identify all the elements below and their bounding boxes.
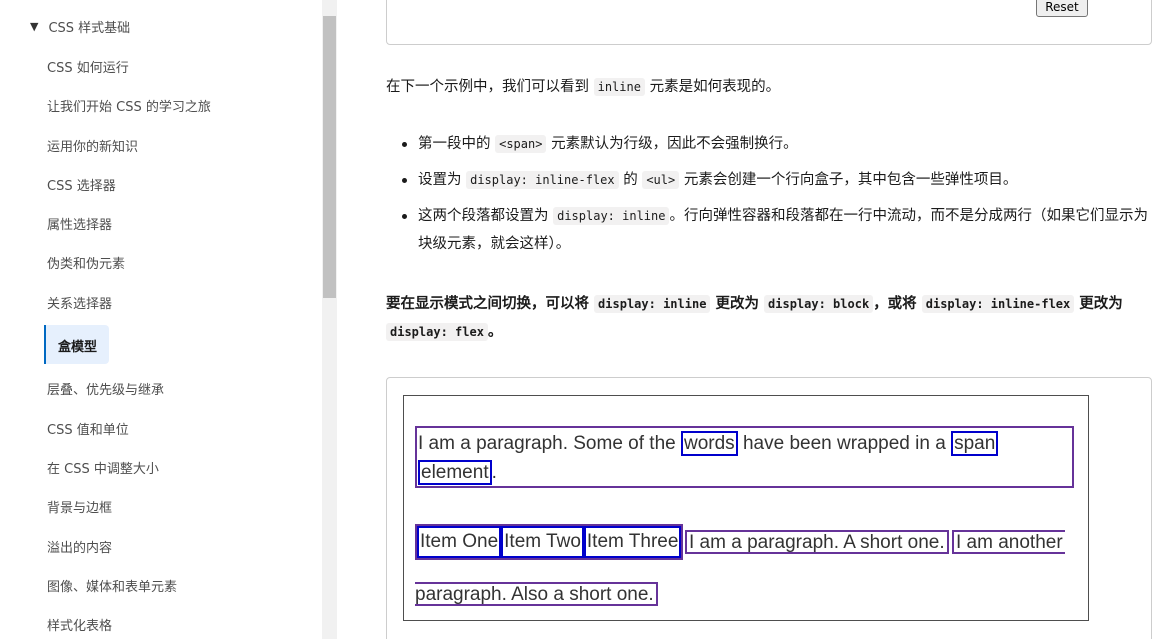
inline-code: display: inline bbox=[594, 295, 711, 313]
text: 元素默认为行级，因此不会强制换行。 bbox=[546, 136, 798, 152]
text: 在下一个示例中，我们可以看到 bbox=[386, 79, 594, 95]
text: I am a paragraph. Some of the bbox=[418, 433, 681, 454]
inline-code: display: flex bbox=[386, 323, 488, 341]
sidebar-item-selectors[interactable]: CSS 选择器 bbox=[47, 175, 116, 194]
example-output-box: I am a paragraph. Some of the words have… bbox=[386, 377, 1152, 639]
example-span: span bbox=[951, 431, 999, 456]
text: have been wrapped in a bbox=[737, 433, 952, 454]
sidebar-item-sizing[interactable]: 在 CSS 中调整大小 bbox=[47, 458, 159, 477]
sidebar-item-apply-knowledge[interactable]: 运用你的新知识 bbox=[47, 136, 138, 155]
example-list-item: Item Two bbox=[501, 526, 584, 558]
main-content: Reset 在下一个示例中，我们可以看到 inline 元素是如何表现的。 第一… bbox=[338, 0, 1163, 639]
list-item: 设置为 display: inline-flex 的 <ul> 元素会创建一个行… bbox=[402, 166, 1158, 194]
text: 设置为 bbox=[418, 172, 467, 188]
example-inline-paragraph: I am another bbox=[952, 530, 1065, 554]
inline-code: display: inline-flex bbox=[466, 171, 619, 189]
example-list-item: Item Three bbox=[583, 526, 682, 558]
sidebar-section-title: CSS 样式基础 bbox=[48, 21, 131, 36]
triangle-down-icon: ▼ bbox=[30, 20, 39, 33]
example-render-area: I am a paragraph. Some of the words have… bbox=[403, 395, 1089, 621]
text: ，或将 bbox=[873, 296, 922, 312]
text: 第一段中的 bbox=[418, 136, 496, 152]
example-inline-paragraph: I am a paragraph. A short one. bbox=[685, 530, 949, 554]
sidebar-item-cascade[interactable]: 层叠、优先级与继承 bbox=[47, 379, 164, 398]
example-list-item: Item One bbox=[417, 526, 502, 558]
list-item: 第一段中的 <span> 元素默认为行级，因此不会强制换行。 bbox=[402, 130, 1158, 158]
inline-code: display: inline bbox=[553, 207, 670, 225]
text: 的 bbox=[618, 172, 643, 188]
example-inline-row: Item One Item Two Item Three bbox=[415, 524, 684, 560]
inline-code: display: block bbox=[764, 295, 874, 313]
text: 更改为 bbox=[1074, 296, 1123, 312]
bullet-list: 第一段中的 <span> 元素默认为行级，因此不会强制换行。 设置为 displ… bbox=[402, 130, 1158, 266]
scrollbar-thumb[interactable] bbox=[323, 16, 336, 298]
toggle-instructions: 要在显示模式之间切换，可以将 display: inline 更改为 displ… bbox=[386, 290, 1156, 346]
sidebar-item-overflow[interactable]: 溢出的内容 bbox=[47, 537, 112, 556]
text: 元素会创建一个行向盒子，其中包含一些弹性项目。 bbox=[679, 172, 1018, 188]
text: 这两个段落都设置为 bbox=[418, 208, 554, 224]
intro-paragraph: 在下一个示例中，我们可以看到 inline 元素是如何表现的。 bbox=[386, 75, 780, 96]
list-item: 这两个段落都设置为 display: inline 。行向弹性容器和段落都在一行中… bbox=[402, 202, 1158, 258]
sidebar-item-getting-started[interactable]: 让我们开始 CSS 的学习之旅 bbox=[47, 96, 211, 115]
sidebar-item-styling-tables[interactable]: 样式化表格 bbox=[47, 615, 112, 634]
sidebar-item-backgrounds-borders[interactable]: 背景与边框 bbox=[47, 497, 112, 516]
example-inline-flex-list: Item One Item Two Item Three bbox=[415, 524, 684, 560]
sidebar-item-attribute-selectors[interactable]: 属性选择器 bbox=[47, 214, 112, 233]
inline-code: <span> bbox=[495, 135, 547, 153]
reset-button[interactable]: Reset bbox=[1036, 0, 1088, 17]
sidebar-item-combinators[interactable]: 关系选择器 bbox=[47, 293, 112, 312]
example-paragraph-with-spans: I am a paragraph. Some of the words have… bbox=[415, 426, 1074, 488]
inline-code: display: inline-flex bbox=[921, 295, 1075, 313]
sidebar-item-images-media-forms[interactable]: 图像、媒体和表单元素 bbox=[47, 576, 177, 595]
example-inline-paragraph: paragraph. Also a short one. bbox=[415, 582, 658, 606]
inline-code: <ul> bbox=[642, 171, 680, 189]
inline-code: inline bbox=[593, 78, 645, 96]
text: 要在显示模式之间切换，可以将 bbox=[386, 296, 595, 312]
text: 元素是如何表现的。 bbox=[644, 79, 781, 95]
sidebar-item-values-units[interactable]: CSS 值和单位 bbox=[47, 419, 129, 438]
sidebar-item-how-css-works[interactable]: CSS 如何运行 bbox=[47, 57, 129, 76]
sidebar-item-label: 盒模型 bbox=[58, 340, 98, 355]
example-span: element bbox=[418, 460, 492, 485]
sidebar-item-pseudo-classes[interactable]: 伪类和伪元素 bbox=[47, 253, 125, 272]
example-span: words bbox=[681, 431, 738, 456]
sidebar: ▼ CSS 样式基础 CSS 如何运行 让我们开始 CSS 的学习之旅 运用你的… bbox=[0, 0, 322, 639]
text: 。 bbox=[487, 324, 503, 340]
text: 更改为 bbox=[710, 296, 765, 312]
sidebar-section-css-basics[interactable]: ▼ CSS 样式基础 bbox=[30, 17, 130, 36]
text: . bbox=[491, 462, 497, 483]
sidebar-item-box-model[interactable]: 盒模型 bbox=[44, 325, 109, 364]
sidebar-scrollbar[interactable] bbox=[322, 0, 337, 639]
